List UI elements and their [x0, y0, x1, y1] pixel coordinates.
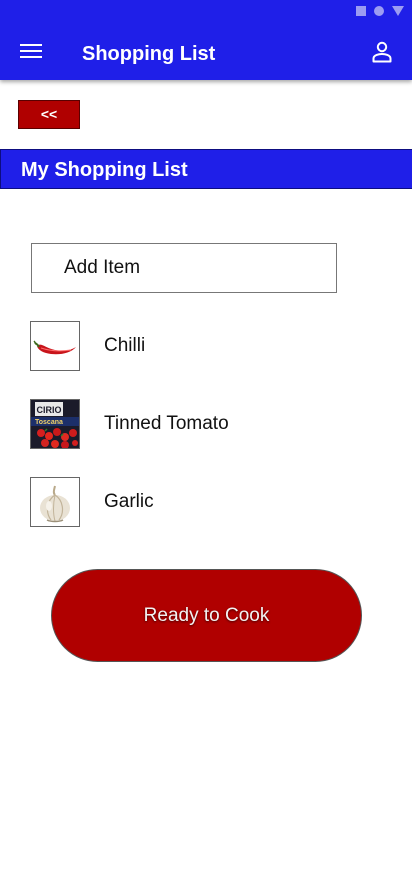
can-text: Toscana [35, 419, 63, 426]
list-item-tinned-tomato[interactable]: CIRIO Toscana Tinned Tomato [30, 399, 370, 449]
list-item-garlic[interactable]: Garlic [30, 477, 370, 527]
app-bar: Shopping List [0, 0, 412, 80]
can-brand: CIRIO [36, 405, 61, 415]
chilli-image [30, 321, 80, 371]
garlic-image [30, 477, 80, 527]
list-item-chilli[interactable]: Chilli [30, 321, 370, 371]
tinned-tomato-image: CIRIO Toscana [30, 399, 80, 449]
app-title: Shopping List [82, 43, 216, 65]
circle-icon [374, 6, 384, 16]
status-bar [356, 6, 404, 16]
back-button[interactable]: << [18, 100, 80, 129]
person-icon[interactable] [371, 41, 393, 63]
square-icon [356, 6, 366, 16]
triangle-icon [392, 6, 404, 16]
hamburger-menu-icon[interactable] [20, 44, 42, 60]
section-title: My Shopping List [21, 159, 188, 181]
ready-to-cook-button[interactable]: Ready to Cook [51, 569, 362, 662]
add-item-button[interactable]: Add Item [31, 243, 337, 293]
section-header: My Shopping List [0, 149, 412, 189]
item-label: Garlic [104, 491, 154, 512]
item-label: Tinned Tomato [104, 413, 229, 434]
item-label: Chilli [104, 335, 146, 356]
